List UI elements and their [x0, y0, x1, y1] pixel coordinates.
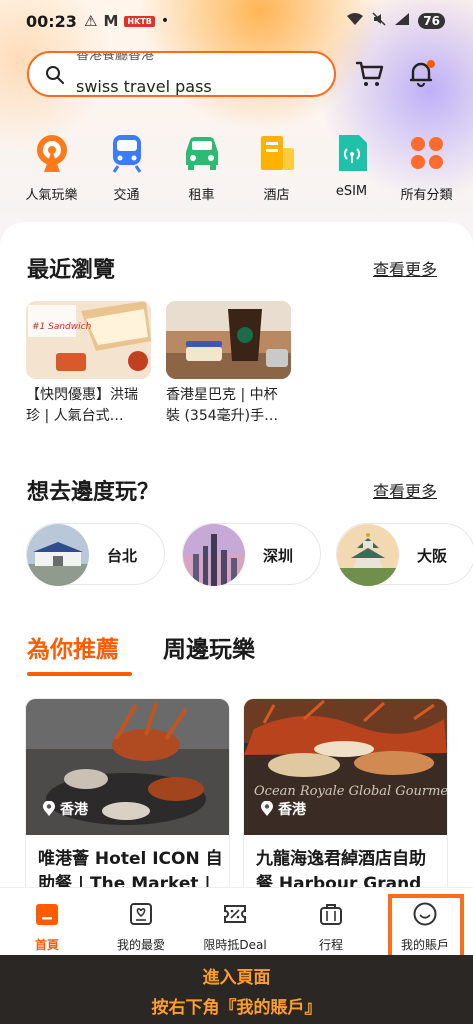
deal-location: 香港: [260, 799, 306, 819]
search-input[interactable]: 香港餐廳香港 swiss travel pass: [27, 51, 336, 97]
signal-icon: [394, 12, 410, 30]
status-notifications: ⚠ M HKTB •: [84, 12, 169, 30]
deal-location-name: 香港: [278, 802, 306, 818]
category-label: 租車: [188, 188, 215, 203]
city-image: [27, 524, 89, 586]
tab-recommended[interactable]: 為你推薦: [27, 630, 119, 664]
battery-icon: 76: [418, 13, 445, 29]
trip-icon: [317, 900, 345, 928]
favorite-icon: [127, 900, 155, 928]
search-previous-hint: 香港餐廳香港: [76, 51, 155, 63]
deal-location: 香港: [42, 799, 88, 819]
deal-location-name: 香港: [60, 802, 88, 818]
bell-icon[interactable]: [404, 56, 438, 90]
nav-favorites[interactable]: 我的最愛: [94, 888, 188, 955]
wifi-icon: [346, 12, 364, 30]
search-query: swiss travel pass: [76, 77, 212, 96]
nav-deals[interactable]: 限時抵Deal: [188, 888, 282, 955]
recent-image-text: #1 Sandwich: [32, 322, 92, 332]
city-name: 大阪: [417, 547, 448, 565]
location-pin-icon: [43, 801, 55, 816]
status-time: 00:23: [26, 12, 77, 31]
warning-icon: ⚠: [84, 12, 98, 30]
mute-icon: [372, 12, 386, 30]
nav-label: 限時抵Deal: [203, 938, 267, 952]
cart-icon[interactable]: [354, 58, 386, 90]
city-name: 台北: [107, 547, 138, 565]
deal-icon: [221, 900, 249, 928]
sim-icon: [331, 132, 373, 174]
instruction-line-1: 進入頁面: [202, 968, 271, 988]
destinations-section-title: 想去邊度玩？: [27, 480, 160, 505]
tutorial-highlight-box: [388, 894, 464, 962]
hotel-icon: [256, 132, 298, 174]
status-bar: 00:23 ⚠ M HKTB • 76: [0, 0, 473, 44]
car-icon: [181, 132, 223, 174]
city-image: [183, 524, 245, 586]
recent-item-image: [166, 301, 291, 379]
category-label: eSIM: [335, 184, 368, 199]
city-pill-shenzhen[interactable]: 深圳: [182, 523, 321, 586]
nav-label: 我的最愛: [116, 938, 165, 952]
category-label: 交通: [113, 188, 140, 203]
status-system: 76: [346, 12, 445, 30]
category-label: 所有分類: [400, 188, 453, 203]
nav-home[interactable]: 首頁: [0, 888, 94, 955]
deal-image-text: Ocean Royale Global Gourmet Feast: [254, 784, 447, 799]
tab-active-indicator: [27, 672, 132, 676]
instruction-banner: 進入頁面 按右下角『我的賬戶』: [0, 955, 473, 1024]
recent-see-more-link[interactable]: 查看更多: [373, 256, 437, 280]
nav-label: 行程: [318, 938, 343, 952]
recent-section-title: 最近瀏覽: [27, 258, 116, 283]
city-pill-osaka[interactable]: 大阪: [336, 523, 473, 586]
tab-nearby[interactable]: 周邊玩樂: [163, 630, 255, 664]
category-all[interactable]: 所有分類: [389, 132, 464, 208]
grid-icon: [406, 132, 448, 174]
deal-image: 香港: [26, 699, 229, 835]
recent-item-title: 香港星巴克 | 中杯裝 (354毫升)手…: [166, 387, 279, 424]
recent-item[interactable]: 香港星巴克 | 中杯裝 (354毫升)手…: [166, 301, 291, 427]
city-image: [337, 524, 399, 586]
category-esim[interactable]: eSIM: [314, 132, 389, 208]
instruction-line-2: 按右下角『我的賬戶』: [151, 998, 322, 1018]
more-notifications-icon: •: [160, 13, 170, 29]
city-pill-taipei[interactable]: 台北: [26, 523, 165, 586]
category-transport[interactable]: 交通: [89, 132, 164, 208]
category-row: 人氣玩樂 交通 租車 酒店 eSIM 所有分類: [14, 132, 464, 208]
search-icon: [46, 66, 64, 84]
deal-card[interactable]: 香港 唯港薈 Hotel ICON 自助餐 | The Market |: [26, 699, 229, 899]
home-icon: [33, 900, 61, 928]
gmail-icon: M: [103, 12, 119, 30]
deal-image: Ocean Royale Global Gourmet Feast 香港: [244, 699, 447, 835]
app-badge-icon: HKTB: [124, 15, 155, 27]
city-name: 深圳: [263, 547, 294, 565]
recent-item-title: 【快閃優惠】洪瑞珍 | 人氣台式…: [26, 387, 138, 424]
destinations-see-more-link[interactable]: 查看更多: [373, 478, 437, 502]
location-pin-icon: [261, 801, 273, 816]
category-label: 人氣玩樂: [25, 188, 78, 203]
ferris-wheel-icon: [31, 132, 73, 174]
recent-item-image: #1 Sandwich: [26, 301, 151, 379]
recent-item[interactable]: #1 Sandwich 【快閃優惠】洪瑞珍 | 人氣台式…: [26, 301, 151, 427]
deal-card[interactable]: Ocean Royale Global Gourmet Feast 香港 九龍海…: [244, 699, 447, 899]
nav-trips[interactable]: 行程: [284, 888, 378, 955]
category-car-rental[interactable]: 租車: [164, 132, 239, 208]
nav-label: 首頁: [34, 938, 59, 952]
category-hotel[interactable]: 酒店: [239, 132, 314, 208]
category-popular[interactable]: 人氣玩樂: [14, 132, 89, 208]
category-label: 酒店: [263, 188, 290, 203]
train-icon: [106, 132, 148, 174]
